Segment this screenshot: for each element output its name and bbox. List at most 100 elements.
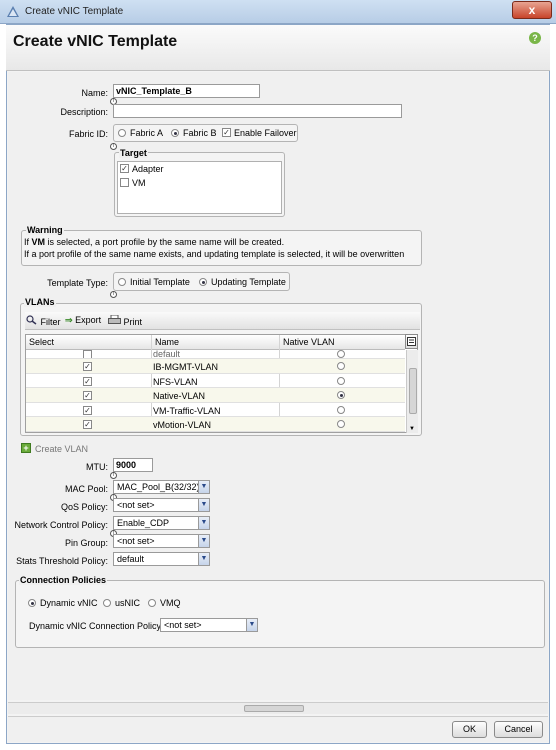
close-icon: x — [528, 3, 536, 17]
chevron-down-icon: ▼ — [198, 535, 209, 547]
initial-template-radio[interactable] — [118, 278, 126, 286]
scrollbar-thumb[interactable] — [244, 705, 304, 712]
dynamic-vnic-connection-policy-label: Dynamic vNIC Connection Policy: — [29, 621, 164, 631]
mtu-field[interactable]: 9000 — [113, 458, 153, 472]
table-row[interactable]: ✓ Native-VLAN — [26, 388, 405, 403]
filter-button[interactable]: Filter — [26, 315, 61, 327]
print-label: Print — [123, 317, 143, 327]
scroll-down-icon[interactable]: ▼ — [409, 426, 415, 432]
print-button[interactable]: Print — [108, 314, 143, 327]
native-vlan-radio[interactable] — [337, 350, 345, 358]
plus-icon[interactable]: + — [21, 443, 31, 453]
vlan-name: IB-MGMT-VLAN — [153, 362, 219, 372]
mac-pool-label: MAC Pool: — [64, 484, 108, 494]
create-vlan-link[interactable]: Create VLAN — [35, 444, 88, 454]
vlan-select-checkbox[interactable]: ✓ — [83, 376, 92, 386]
vlan-name: Native-VLAN — [153, 391, 206, 401]
updating-template-label: Updating Template — [211, 277, 286, 287]
chevron-down-icon: ▼ — [198, 517, 209, 529]
stats-threshold-policy-label: Stats Threshold Policy: — [16, 556, 108, 566]
horizontal-scrollbar[interactable] — [8, 702, 548, 714]
cancel-button[interactable]: Cancel — [494, 721, 543, 738]
target-adapter-label: Adapter — [132, 164, 164, 174]
fabric-a-label: Fabric A — [130, 128, 164, 138]
fabric-b-label: Fabric B — [183, 128, 217, 138]
qos-policy-value: <not set> — [117, 500, 155, 510]
mtu-label: MTU: — [86, 462, 108, 472]
warning-line-1: If VM is selected, a port profile by the… — [24, 237, 284, 247]
cisco-app-icon — [7, 6, 19, 17]
mac-pool-value: MAC_Pool_B(32/32) — [117, 482, 200, 492]
warning-box — [21, 230, 422, 266]
qos-policy-label: QoS Policy: — [60, 502, 108, 512]
connection-policies-group — [15, 580, 545, 648]
name-label: Name: — [81, 88, 108, 98]
vlan-select-checkbox[interactable]: ✓ — [83, 391, 92, 400]
page-title: Create vNIC Template — [13, 33, 178, 50]
info-icon: i — [110, 472, 117, 479]
usnic-radio[interactable] — [103, 599, 111, 607]
enable-failover-checkbox[interactable]: ✓ — [222, 128, 231, 137]
scrollbar-thumb[interactable] — [409, 368, 417, 414]
table-row[interactable]: ✓ IB-MGMT-VLAN — [26, 359, 405, 374]
info-icon: i — [110, 291, 117, 298]
dynamic-vnic-connection-policy-value: <not set> — [164, 620, 202, 630]
stats-threshold-policy-select[interactable]: default ▼ — [113, 552, 210, 566]
fabric-b-radio[interactable] — [171, 129, 179, 137]
window-title: Create vNIC Template — [25, 6, 124, 17]
filter-icon — [26, 315, 37, 325]
vlan-select-checkbox[interactable]: ✓ — [83, 405, 92, 415]
vmq-radio[interactable] — [148, 599, 156, 607]
info-icon: i — [110, 143, 117, 150]
ok-button[interactable]: OK — [452, 721, 487, 738]
native-vlan-radio[interactable] — [337, 391, 345, 399]
updating-template-radio[interactable] — [199, 278, 207, 286]
warning-line-2: If a port profile of the same name exist… — [24, 249, 405, 259]
description-field[interactable] — [113, 104, 402, 118]
network-control-policy-select[interactable]: Enable_CDP ▼ — [113, 516, 210, 530]
close-window-button[interactable]: x — [512, 1, 552, 19]
vlans-scrollbar[interactable]: ▼ — [406, 350, 418, 433]
fabric-a-radio[interactable] — [118, 129, 126, 137]
warning-vm-bold: VM — [31, 237, 46, 247]
dialog-header: Create vNIC Template — [6, 25, 550, 71]
chevron-down-icon: ▼ — [246, 619, 257, 631]
network-control-policy-label: Network Control Policy: — [14, 520, 108, 530]
dynamic-vnic-connection-policy-select[interactable]: <not set> ▼ — [160, 618, 258, 632]
vlan-name: default — [153, 349, 181, 359]
fabric-id-label: Fabric ID: — [68, 129, 108, 139]
window-titlebar: Create vNIC Template x — [0, 0, 556, 24]
column-chooser-icon — [407, 337, 416, 346]
column-chooser-button[interactable] — [405, 334, 418, 349]
usnic-label: usNIC — [115, 598, 141, 608]
mac-pool-select[interactable]: MAC_Pool_B(32/32) ▼ — [113, 480, 210, 494]
native-vlan-radio[interactable] — [337, 362, 345, 370]
chevron-down-icon: ▼ — [198, 553, 209, 565]
dynamic-vnic-radio[interactable] — [28, 599, 36, 607]
export-button[interactable]: ⇒ Export — [65, 315, 101, 326]
table-row[interactable]: ✓ vMotion-VLAN — [26, 417, 405, 432]
vlan-name: VM-Traffic-VLAN — [153, 405, 221, 416]
pin-group-select[interactable]: <not set> ▼ — [113, 534, 210, 548]
vlan-select-checkbox[interactable]: ✓ — [83, 420, 92, 429]
table-row[interactable]: ✓ NFS-VLAN — [26, 374, 405, 388]
table-row[interactable]: default — [26, 346, 405, 359]
qos-policy-select[interactable]: <not set> ▼ — [113, 498, 210, 512]
help-icon[interactable]: ? — [529, 32, 541, 44]
chevron-down-icon: ▼ — [198, 499, 209, 511]
vlans-table: Select Name Native VLAN default ✓ IB-MGM… — [25, 334, 418, 433]
vlan-name: NFS-VLAN — [153, 376, 198, 387]
native-vlan-radio[interactable] — [337, 405, 345, 414]
vlan-select-checkbox[interactable] — [83, 350, 92, 358]
connection-policies-title: Connection Policies — [19, 575, 108, 585]
native-vlan-radio[interactable] — [337, 376, 345, 385]
target-vm-checkbox[interactable] — [120, 178, 129, 187]
name-field[interactable]: vNIC_Template_B — [113, 84, 260, 98]
pin-group-value: <not set> — [117, 536, 155, 546]
network-control-policy-value: Enable_CDP — [117, 518, 170, 528]
template-type-label: Template Type: — [47, 278, 108, 288]
vlan-select-checkbox[interactable]: ✓ — [83, 362, 92, 371]
target-adapter-checkbox[interactable]: ✓ — [120, 164, 129, 173]
table-row[interactable]: ✓ VM-Traffic-VLAN — [26, 403, 405, 417]
native-vlan-radio[interactable] — [337, 420, 345, 428]
